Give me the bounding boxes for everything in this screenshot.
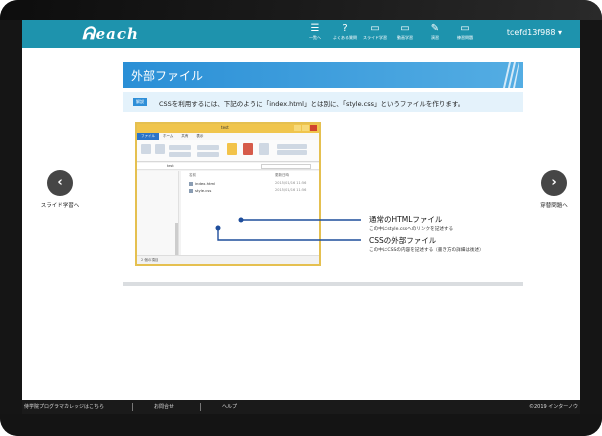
header-nav: ☰ 一覧へ ? よくある質問 ▭ スライド学習 ▭ 動画学習 ✎ 演習 ▭ 練習… bbox=[300, 22, 480, 46]
tablet-bezel-bottom bbox=[0, 414, 602, 436]
nav-practice[interactable]: ▭ 練習問題 bbox=[450, 22, 480, 46]
top-header: ᕱeach ☰ 一覧へ ? よくある質問 ▭ スライド学習 ▭ 動画学習 ✎ 演… bbox=[22, 20, 580, 48]
footer-link-contact[interactable]: お問合せ bbox=[154, 403, 174, 410]
tablet-bezel-top bbox=[0, 0, 602, 20]
footer-divider bbox=[200, 403, 201, 411]
annotation-title: CSSの外部ファイル bbox=[369, 236, 437, 245]
nav-label: スライド学習 bbox=[363, 35, 387, 40]
footer-link-college[interactable]: 侍学院プログラマカレッジはこちら bbox=[24, 403, 104, 410]
nav-label: よくある質問 bbox=[333, 35, 357, 40]
annotation-css: CSSの外部ファイル この中にCSSの内容を記述する（書き方の詳細は後述） bbox=[369, 235, 484, 253]
nav-video[interactable]: ▭ 動画学習 bbox=[390, 22, 420, 46]
each-logo[interactable]: ᕱeach bbox=[82, 24, 139, 44]
nav-faq[interactable]: ? よくある質問 bbox=[330, 22, 360, 46]
nav-label: 動画学習 bbox=[397, 35, 413, 40]
annotation-html: 通常のHTMLファイル この中にstyle.cssへのリンクを記述する bbox=[369, 214, 453, 232]
slides-icon: ▭ bbox=[370, 23, 380, 34]
app-screen: ᕱeach ☰ 一覧へ ? よくある質問 ▭ スライド学習 ▭ 動画学習 ✎ 演… bbox=[22, 20, 580, 414]
nav-list[interactable]: ☰ 一覧へ bbox=[300, 22, 330, 46]
nav-label: 一覧へ bbox=[309, 35, 321, 40]
annotation-sub: この中にCSSの内容を記述する（書き方の詳細は後述） bbox=[369, 248, 484, 253]
nav-exercise[interactable]: ✎ 演習 bbox=[420, 22, 450, 46]
user-menu[interactable]: tcefd13f988 ▾ bbox=[507, 28, 562, 37]
next-slide-nav[interactable]: › 穿替問題へ bbox=[524, 170, 580, 209]
annotation-sub: この中にstyle.cssへのリンクを記述する bbox=[369, 227, 454, 232]
connector-line-2 bbox=[217, 228, 361, 241]
logo-mark-icon: ᕱ bbox=[82, 24, 96, 44]
nav-label: 演習 bbox=[431, 35, 439, 40]
list-icon: ☰ bbox=[310, 23, 320, 34]
footer-link-help[interactable]: ヘルプ bbox=[222, 403, 237, 410]
slide-card: 外部ファイル 解説 CSSを利用するには、下記のように「index.html」と… bbox=[123, 62, 523, 286]
help-icon: ? bbox=[342, 23, 348, 34]
logo-text: each bbox=[95, 25, 139, 43]
prev-slide-nav[interactable]: ‹ スライド学習へ bbox=[30, 170, 90, 209]
video-icon: ▭ bbox=[400, 23, 410, 34]
tablet-frame: ᕱeach ☰ 一覧へ ? よくある質問 ▭ スライド学習 ▭ 動画学習 ✎ 演… bbox=[0, 0, 602, 436]
footer-divider bbox=[132, 403, 133, 411]
footer-bar: 侍学院プログラマカレッジはこちら お問合せ ヘルプ ©2019 インターノウ bbox=[22, 400, 580, 414]
next-label[interactable]: 穿替問題へ bbox=[524, 201, 580, 209]
footer-copyright: ©2019 インターノウ bbox=[528, 404, 578, 410]
prev-label[interactable]: スライド学習へ bbox=[30, 201, 90, 209]
chevron-right-icon[interactable]: › bbox=[541, 170, 567, 196]
chevron-left-icon[interactable]: ‹ bbox=[47, 170, 73, 196]
nav-slides[interactable]: ▭ スライド学習 bbox=[360, 22, 390, 46]
pencil-icon: ✎ bbox=[430, 23, 440, 34]
annotation-title: 通常のHTMLファイル bbox=[369, 215, 443, 224]
nav-label: 練習問題 bbox=[457, 35, 473, 40]
exercise-icon: ▭ bbox=[460, 23, 470, 34]
